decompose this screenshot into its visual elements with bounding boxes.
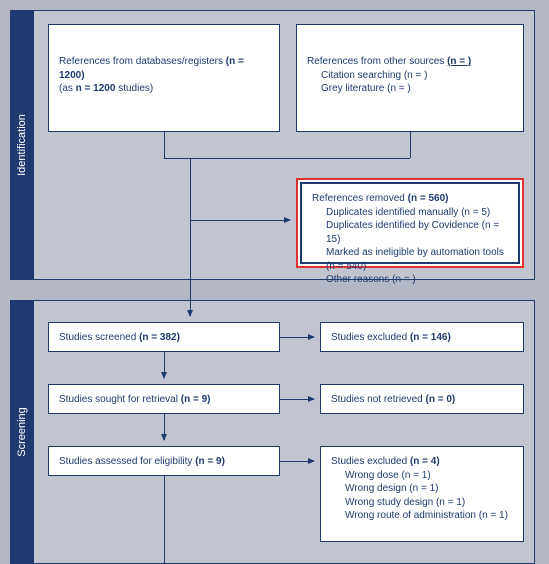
removed-title-n: (n = 560) bbox=[408, 193, 449, 204]
box-references-removed: References removed (n = 560) Duplicates … bbox=[296, 178, 524, 268]
arrow-screened-sought bbox=[164, 352, 165, 378]
databases-line2: (as n = 1200 studies) bbox=[59, 82, 269, 96]
excluded1-pre: Studies excluded bbox=[331, 332, 410, 343]
box-assessed: Studies assessed for eligibility (n = 9) bbox=[48, 446, 280, 476]
notret-pre: Studies not retrieved bbox=[331, 394, 426, 405]
screened-pre: Studies screened bbox=[59, 332, 139, 343]
excluded2-r3: Wrong study design (n = 1) bbox=[331, 496, 513, 510]
box-sought: Studies sought for retrieval (n = 9) bbox=[48, 384, 280, 414]
removed-other: Other reasons (n = ) bbox=[312, 273, 508, 287]
arrow-assessed-down bbox=[164, 476, 165, 564]
excluded1-n: (n = 146) bbox=[410, 332, 451, 343]
other-grey: Grey literature (n = ) bbox=[307, 82, 513, 96]
removed-ineligible: Marked as ineligible by automation tools… bbox=[312, 246, 508, 273]
screening-sideband: Screening bbox=[10, 300, 34, 564]
removed-dup-cov: Duplicates identified by Covidence (n = … bbox=[312, 219, 508, 246]
identification-label: Identification bbox=[16, 114, 28, 176]
excluded2-r1: Wrong dose (n = 1) bbox=[331, 469, 513, 483]
identification-sideband: Identification bbox=[10, 10, 34, 280]
box-screened: Studies screened (n = 382) bbox=[48, 322, 280, 352]
excluded2-title: Studies excluded (n = 4) bbox=[331, 455, 513, 469]
screening-label: Screening bbox=[16, 407, 28, 457]
arrow-sought-notret bbox=[280, 399, 314, 400]
excluded2-r4: Wrong route of administration (n = 1) bbox=[331, 509, 513, 523]
box-other-sources: References from other sources (n = ) Cit… bbox=[296, 24, 524, 132]
notret-line: Studies not retrieved (n = 0) bbox=[331, 393, 513, 407]
connector bbox=[164, 132, 165, 158]
databases-line1: References from databases/registers (n =… bbox=[59, 55, 269, 82]
screened-n: (n = 382) bbox=[139, 332, 180, 343]
connector bbox=[410, 132, 411, 158]
arrow-to-screened bbox=[190, 220, 191, 316]
removed-title: References removed (n = 560) bbox=[312, 192, 508, 206]
other-citation: Citation searching (n = ) bbox=[307, 69, 513, 83]
connector bbox=[164, 158, 410, 159]
databases-line2-post: studies) bbox=[115, 83, 153, 94]
excluded2-pre: Studies excluded bbox=[331, 456, 410, 467]
assessed-line: Studies assessed for eligibility (n = 9) bbox=[59, 455, 269, 469]
sought-n: (n = 9) bbox=[181, 394, 211, 405]
connector bbox=[190, 158, 191, 220]
other-title-pre: References from other sources bbox=[307, 56, 447, 67]
box-databases: References from databases/registers (n =… bbox=[48, 24, 280, 132]
databases-line2-pre: (as bbox=[59, 83, 76, 94]
box-excluded-screened: Studies excluded (n = 146) bbox=[320, 322, 524, 352]
box-excluded-eligibility: Studies excluded (n = 4) Wrong dose (n =… bbox=[320, 446, 524, 542]
excluded2-n: (n = 4) bbox=[410, 456, 440, 467]
other-title: References from other sources (n = ) bbox=[307, 55, 513, 69]
prisma-flow-diagram: Identification References from databases… bbox=[0, 0, 549, 564]
databases-line1-pre: References from databases/registers bbox=[59, 56, 226, 67]
other-title-n: (n = ) bbox=[447, 56, 471, 67]
arrow-to-removed bbox=[190, 220, 290, 221]
arrow-sought-assessed bbox=[164, 414, 165, 440]
arrow-screened-excluded bbox=[280, 337, 314, 338]
excluded2-r2: Wrong design (n = 1) bbox=[331, 482, 513, 496]
screened-line: Studies screened (n = 382) bbox=[59, 331, 269, 345]
notret-n: (n = 0) bbox=[426, 394, 456, 405]
sought-pre: Studies sought for retrieval bbox=[59, 394, 181, 405]
sought-line: Studies sought for retrieval (n = 9) bbox=[59, 393, 269, 407]
arrow-assessed-excluded bbox=[280, 461, 314, 462]
box-not-retrieved: Studies not retrieved (n = 0) bbox=[320, 384, 524, 414]
excluded1-line: Studies excluded (n = 146) bbox=[331, 331, 513, 345]
databases-line2-n: n = 1200 bbox=[76, 83, 116, 94]
removed-title-pre: References removed bbox=[312, 193, 408, 204]
assessed-n: (n = 9) bbox=[195, 456, 225, 467]
assessed-pre: Studies assessed for eligibility bbox=[59, 456, 195, 467]
removed-dup-manual: Duplicates identified manually (n = 5) bbox=[312, 206, 508, 220]
